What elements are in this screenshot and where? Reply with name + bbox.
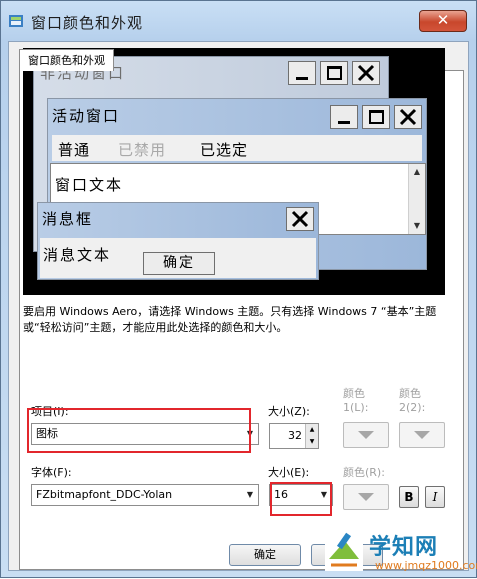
spinner-arrows-icon[interactable]: ▲ ▼ [305,424,318,448]
ok-button[interactable]: 确定 [229,544,301,566]
size-value: 32 [288,429,302,442]
active-window-title: 活动窗口 [52,107,121,125]
preview-menu-bar: 普通 已禁用 已选定 [52,135,422,161]
minimize-icon [330,105,358,129]
color1-sublabel: 1(L): [343,401,369,414]
message-box-title: 消息框 [42,210,94,228]
chevron-down-icon [358,431,374,439]
font-color-picker[interactable] [343,484,389,510]
close-icon [352,61,380,85]
menu-normal: 普通 [58,141,91,159]
chevron-down-icon [414,431,430,439]
title-bar[interactable]: 窗口颜色和外观 ✕ [1,1,476,41]
color1-label: 颜色 [343,387,365,400]
color2-label: 颜色 [399,387,421,400]
tab-window-color[interactable]: 窗口颜色和外观 [19,49,114,71]
dialog-window: 窗口颜色和外观 ✕ 窗口颜色和外观 非活动窗口 活动窗口 普通 已禁用 已选定 … [0,0,477,578]
window-text-label: 窗口文本 [55,176,124,194]
menu-disabled: 已禁用 [118,141,167,159]
appearance-preview[interactable]: 非活动窗口 活动窗口 普通 已禁用 已选定 窗口文本 ▲ ▼ 消息框 消息文本 … [23,48,445,295]
color2-sublabel: 2(2): [399,401,426,414]
close-button[interactable]: ✕ [419,10,467,32]
font-size-label: 大小(E): [268,466,310,479]
size-label: 大小(Z): [268,405,310,418]
scroll-up-icon: ▲ [413,167,421,176]
preview-ok-button: 确定 [143,252,215,275]
preview-scrollbar: ▲ ▼ [408,164,425,234]
minimize-icon [288,61,316,85]
app-icon [9,15,23,27]
maximize-icon [320,61,348,85]
font-label: 字体(F): [31,466,72,479]
description-text: 要启用 Windows Aero，请选择 Windows 主题。只有选择 Win… [23,305,437,334]
watermark-brand: 学知网 [369,535,439,560]
watermark-logo-icon [325,529,363,571]
menu-selected: 已选定 [200,141,249,159]
font-select[interactable]: FZbitmapfont_DDC-Yolan ▼ [31,484,259,506]
window-title: 窗口颜色和外观 [31,14,144,32]
size-spinner[interactable]: 32 ▲ ▼ [269,423,319,449]
watermark-url: www.jmqz1000.com [375,559,477,572]
message-text: 消息文本 [43,246,112,264]
highlight-box-item [27,408,251,453]
color2-picker[interactable] [399,422,445,448]
color1-picker[interactable] [343,422,389,448]
watermark: 学知网 www.jmqz1000.com [317,525,477,579]
font-color-label: 颜色(R): [343,466,385,479]
message-box-body: 消息文本 确定 [40,238,316,278]
font-value: FZbitmapfont_DDC-Yolan [36,488,173,501]
close-icon [394,105,422,129]
chevron-down-icon [358,493,374,501]
preview-message-box: 消息框 消息文本 确定 [37,202,319,280]
close-icon [286,207,314,231]
italic-button[interactable]: I [425,486,445,508]
scroll-down-icon: ▼ [413,221,421,230]
maximize-icon [362,105,390,129]
bold-button[interactable]: B [399,486,419,508]
highlight-box-size [270,482,332,516]
chevron-down-icon: ▼ [246,490,254,499]
